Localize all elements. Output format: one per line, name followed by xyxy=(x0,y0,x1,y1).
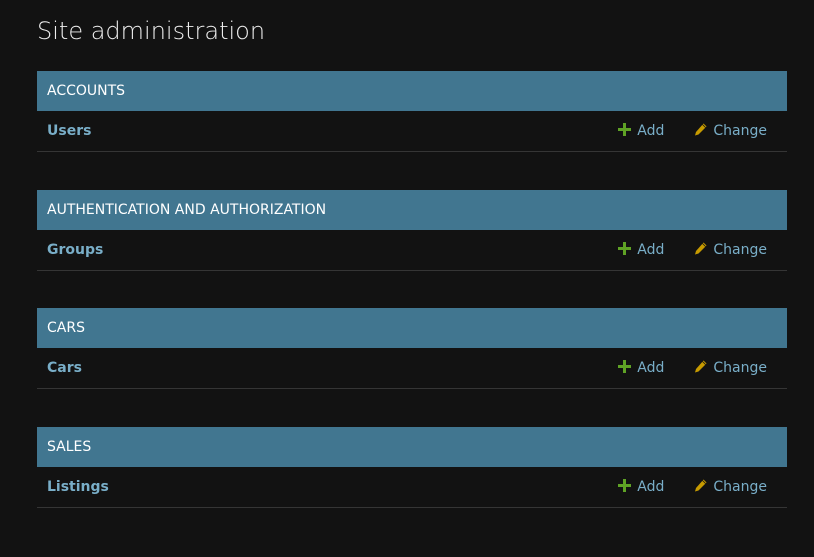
model-row-cars: Cars Add Change xyxy=(37,348,787,389)
admin-page: Site administration ACCOUNTS Users Add C… xyxy=(0,0,814,557)
page-title: Site administration xyxy=(37,17,266,45)
row-actions: Add Change xyxy=(618,467,767,507)
module-cars: CARS Cars Add Change xyxy=(37,308,787,389)
module-header-auth: AUTHENTICATION AND AUTHORIZATION xyxy=(37,190,787,230)
plus-icon xyxy=(618,359,632,373)
model-row-users: Users Add Change xyxy=(37,111,787,152)
pencil-icon xyxy=(694,242,707,255)
plus-icon xyxy=(618,122,632,136)
module-header-cars: CARS xyxy=(37,308,787,348)
module-auth: AUTHENTICATION AND AUTHORIZATION Groups … xyxy=(37,190,787,271)
change-cars-button[interactable]: Change xyxy=(694,360,767,376)
module-sales: SALES Listings Add Change xyxy=(37,427,787,508)
add-listings-button[interactable]: Add xyxy=(618,478,665,495)
add-label: Add xyxy=(637,360,665,376)
pencil-icon xyxy=(694,360,707,373)
add-label: Add xyxy=(637,242,665,258)
model-link-listings[interactable]: Listings xyxy=(47,467,109,507)
plus-icon xyxy=(618,478,632,492)
module-accounts: ACCOUNTS Users Add Change xyxy=(37,71,787,152)
add-groups-button[interactable]: Add xyxy=(618,241,665,258)
pencil-icon xyxy=(694,123,707,136)
add-cars-button[interactable]: Add xyxy=(618,359,665,376)
change-groups-button[interactable]: Change xyxy=(694,242,767,258)
model-link-cars[interactable]: Cars xyxy=(47,348,82,388)
model-link-users[interactable]: Users xyxy=(47,111,91,151)
change-label: Change xyxy=(713,242,767,258)
module-header-sales: SALES xyxy=(37,427,787,467)
model-row-groups: Groups Add Change xyxy=(37,230,787,271)
row-actions: Add Change xyxy=(618,348,767,388)
change-label: Change xyxy=(713,123,767,139)
change-users-button[interactable]: Change xyxy=(694,123,767,139)
change-label: Change xyxy=(713,479,767,495)
model-row-listings: Listings Add Change xyxy=(37,467,787,508)
pencil-icon xyxy=(694,479,707,492)
row-actions: Add Change xyxy=(618,230,767,270)
add-users-button[interactable]: Add xyxy=(618,122,665,139)
module-header-accounts: ACCOUNTS xyxy=(37,71,787,111)
model-link-groups[interactable]: Groups xyxy=(47,230,103,270)
change-listings-button[interactable]: Change xyxy=(694,479,767,495)
add-label: Add xyxy=(637,123,665,139)
add-label: Add xyxy=(637,479,665,495)
plus-icon xyxy=(618,241,632,255)
change-label: Change xyxy=(713,360,767,376)
row-actions: Add Change xyxy=(618,111,767,151)
